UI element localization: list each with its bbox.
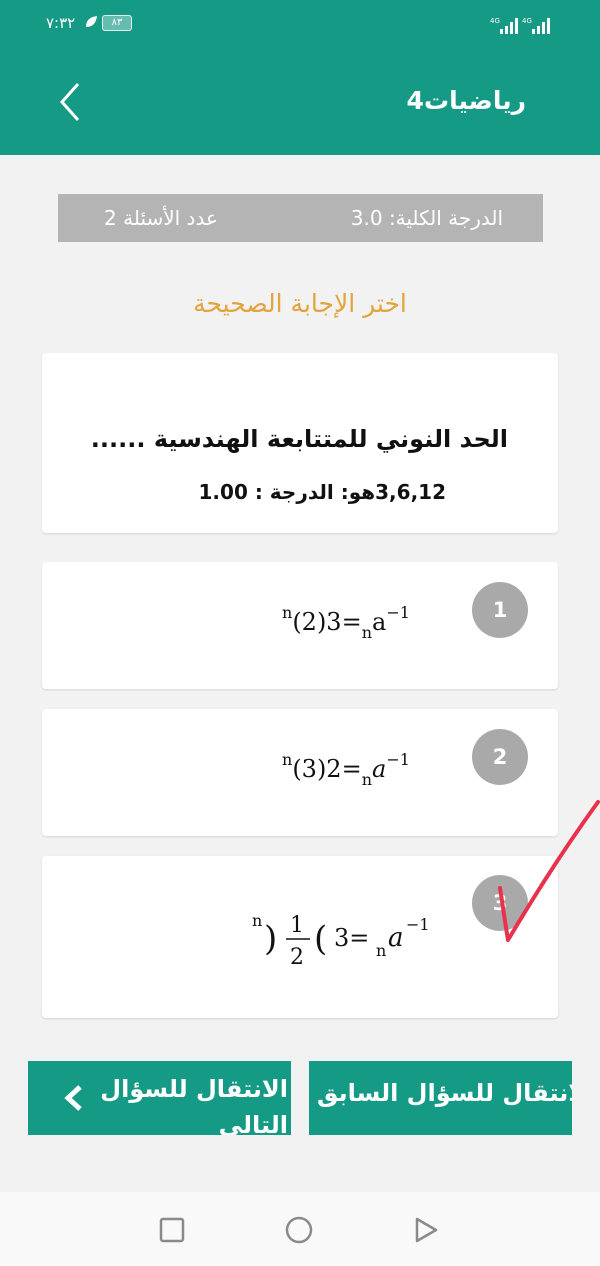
svg-text:1: 1 [290,913,304,938]
next-question-label: الانتقال للسؤال التالي [100,1075,288,1135]
option-number-badge: 1 [472,582,528,638]
option-formula: n(3)2=na−1 [282,750,410,789]
svg-text:3=: 3= [334,924,369,952]
signal-1-label: 4G [490,17,500,25]
total-grade: الدرجة الكلية: 3.0 [351,206,503,230]
svg-text:2: 2 [290,945,304,970]
app-header: ٧:٣٢ ٨٣ 4G 4G رياضيات4 [0,0,600,155]
signal-2-label: 4G [522,17,532,25]
total-grade-label: الدرجة الكلية: [388,206,503,230]
page-title: رياضيات4 [406,86,526,115]
svg-text:a: a [388,923,404,953]
svg-text:n: n [252,911,262,930]
instruction-text: اختر الإجابة الصحيحة [193,289,407,318]
quiz-info-bar: الدرجة الكلية: 3.0 عدد الأسئلة 2 [58,194,543,242]
signal-icon: 4G [522,17,550,34]
option-number-badge: 2 [472,729,528,785]
option-number-badge: 3 [472,875,528,931]
answer-option[interactable]: 2 n(3)2=na−1 [42,709,558,836]
battery-indicator: ٨٣ [102,15,132,31]
svg-text:n(3)2=na−1: n(3)2=na−1 [282,750,410,789]
system-nav-bar [0,1192,600,1266]
answer-option[interactable]: 1 n(2)3=na−1 [42,562,558,689]
question-text: الحد النوني للمتتابعة الهندسية ...... [90,425,508,453]
question-count-label: عدد الأسئلة [123,206,218,230]
next-question-button[interactable]: الانتقال للسؤال التالي [28,1061,291,1135]
question-card: الحد النوني للمتتابعة الهندسية ...... 3,… [42,353,558,533]
answer-option[interactable]: 3 n ) 1 2 ( 3= n a −1 [42,856,558,1018]
home-icon[interactable] [283,1214,315,1246]
recent-apps-icon[interactable] [156,1214,188,1246]
total-grade-value: 3.0 [350,206,383,230]
svg-text:−1: −1 [406,915,430,934]
question-grade-text: 3,6,12هو: الدرجة : 1.00 [198,480,446,504]
question-count-value: 2 [104,206,117,230]
svg-text:): ) [264,919,277,959]
option-formula: n(2)3=na−1 [282,603,410,642]
svg-text:n: n [376,941,386,960]
option-formula: n ) 1 2 ( 3= n a −1 [252,911,430,970]
back-chevron-icon[interactable] [52,80,92,124]
status-time: ٧:٣٢ [46,14,76,32]
status-bar: ٧:٣٢ ٨٣ 4G 4G [0,0,600,48]
signal-icon: 4G [490,17,518,34]
svg-text:(: ( [314,919,327,959]
back-triangle-icon[interactable] [409,1214,441,1246]
previous-question-button[interactable]: الانتقال للسؤال السابق [309,1061,572,1135]
leaf-icon [86,16,97,27]
previous-question-label: الانتقال للسؤال السابق [317,1079,572,1107]
question-count: عدد الأسئلة 2 [104,206,218,230]
svg-text:n(2)3=na−1: n(2)3=na−1 [282,603,410,642]
